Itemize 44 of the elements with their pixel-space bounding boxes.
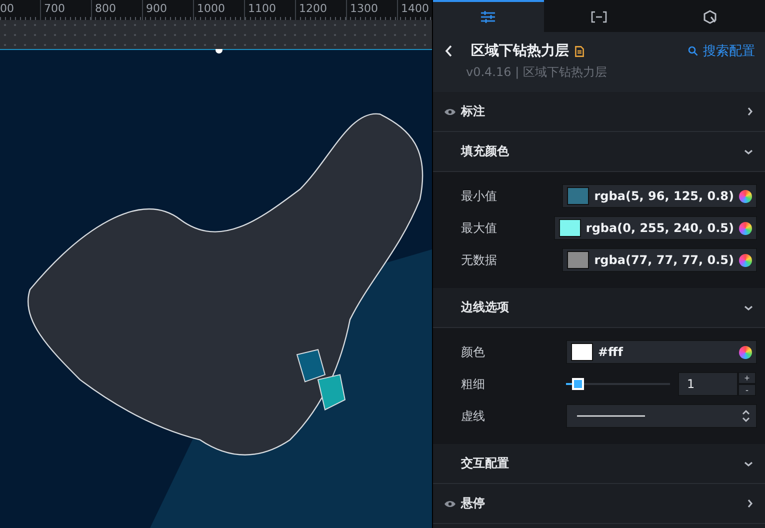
color-field[interactable]: rgba(5, 96, 125, 0.8) [562, 184, 757, 208]
color-wheel-icon[interactable] [739, 190, 752, 202]
field-label: 最小值 [461, 188, 498, 204]
section-title: 边线选项 [461, 299, 509, 316]
color-field[interactable]: #fff [566, 340, 757, 364]
color-wheel-icon[interactable] [739, 222, 752, 234]
slider-thumb[interactable] [572, 378, 584, 390]
field-label: 最大值 [461, 220, 498, 236]
number-input[interactable]: 1 [678, 372, 738, 396]
search-config-link[interactable]: 搜索配置 [688, 42, 755, 60]
panel-tab[interactable] [433, 0, 544, 32]
color-field[interactable]: rgba(0, 255, 240, 0.5) [554, 216, 757, 240]
stepper-button[interactable]: + [738, 372, 756, 384]
sliders-icon [481, 11, 496, 23]
ruler-label: 00 [0, 1, 15, 17]
chevron-down-icon [744, 304, 753, 310]
eye-icon[interactable] [444, 108, 456, 116]
document-icon [575, 46, 584, 56]
chevron-down-icon [744, 148, 753, 154]
solid-line-icon [577, 415, 645, 417]
bracket-icon [591, 11, 607, 23]
up-down-arrows-icon [742, 409, 750, 423]
version-text: v0.4.16 | 区域下钻热力层 [465, 64, 608, 81]
eye-icon[interactable] [444, 500, 456, 508]
field-label: 颜色 [461, 344, 486, 360]
field-label: 粗细 [461, 376, 486, 392]
section-title: 悬停 [461, 495, 485, 512]
color-wheel-icon[interactable] [739, 346, 752, 358]
back-icon[interactable] [445, 45, 453, 57]
field-label: 无数据 [461, 252, 498, 268]
line-style-select[interactable] [566, 404, 757, 428]
component-title: 区域下钻热力层 [471, 42, 569, 60]
section-title: 交互配置 [461, 455, 509, 472]
section-title: 标注 [461, 103, 485, 120]
cycle-icon [702, 10, 717, 24]
search-icon [688, 46, 698, 56]
chevron-right-icon [747, 499, 753, 508]
chevron-down-icon [744, 460, 753, 466]
stepper-button[interactable]: - [738, 384, 756, 396]
field-label: 虚线 [461, 408, 486, 424]
section-title: 填充颜色 [461, 143, 509, 160]
color-wheel-icon[interactable] [739, 254, 752, 266]
color-field[interactable]: rgba(77, 77, 77, 0.5) [562, 248, 757, 272]
chevron-right-icon [747, 107, 753, 116]
